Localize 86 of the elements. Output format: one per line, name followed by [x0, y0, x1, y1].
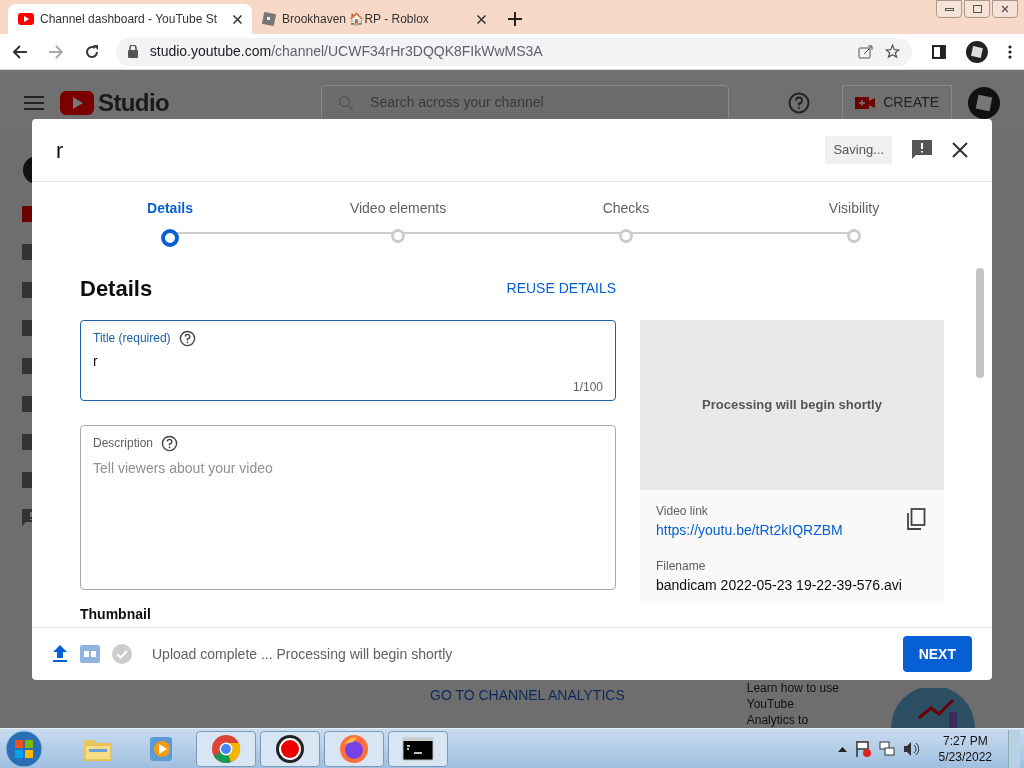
- star-icon[interactable]: [885, 44, 901, 59]
- upload-icon: [52, 645, 68, 663]
- clock-time: 7:27 PM: [942, 732, 988, 749]
- avatar-icon[interactable]: [966, 40, 988, 63]
- share-icon[interactable]: [858, 44, 874, 59]
- next-button[interactable]: NEXT: [902, 636, 972, 672]
- browser-icon: [211, 733, 241, 764]
- sidebar-icon[interactable]: [22, 471, 32, 489]
- square-logo-icon: [262, 12, 276, 26]
- back-icon[interactable]: [12, 43, 28, 60]
- copy-icon[interactable]: [906, 508, 926, 530]
- step-tab[interactable]: Checks: [602, 198, 650, 219]
- upload-status: Upload complete ... Processing will begin shortly: [152, 644, 454, 664]
- info-label: Filename: [656, 558, 707, 575]
- sidebar-icon[interactable]: [22, 281, 32, 299]
- help-icon[interactable]: [178, 329, 196, 347]
- tip-text: Learn how to use: [746, 680, 839, 696]
- sidebar-icon[interactable]: [22, 357, 32, 375]
- sidebar-icon[interactable]: [22, 243, 32, 261]
- hd-icon: [80, 645, 100, 663]
- field-label: Description: [93, 435, 154, 452]
- chart-illustration-icon: [890, 688, 975, 728]
- reuse-details-link[interactable]: REUSE DETAILS: [506, 277, 616, 299]
- console-icon: [402, 736, 434, 761]
- restore-button[interactable]: [964, 0, 990, 18]
- reload-icon[interactable]: [83, 43, 100, 60]
- step-tab[interactable]: Details: [147, 198, 193, 219]
- dialog-title: r: [56, 136, 65, 165]
- menu-icon[interactable]: [24, 95, 44, 110]
- thumbnail-heading: Thumbnail: [80, 605, 152, 624]
- field-value: r: [93, 352, 99, 371]
- more-icon[interactable]: [1008, 44, 1012, 59]
- close-icon[interactable]: [477, 14, 486, 24]
- play-logo-icon: [18, 13, 34, 25]
- sidebar-icon[interactable]: [22, 395, 32, 413]
- saving-label: Saving...: [825, 136, 892, 164]
- tip-text: Analytics to: [746, 712, 810, 728]
- studio-logo-text: Studio: [98, 87, 170, 118]
- tab-title: Channel dashboard - YouTube St: [40, 11, 218, 28]
- side-panel-icon[interactable]: [932, 44, 947, 59]
- clock-date: 5/23/2022: [938, 748, 992, 765]
- sidebar-icon[interactable]: [22, 205, 32, 223]
- step-indicator: [161, 229, 179, 247]
- step-tab[interactable]: Video elements: [349, 198, 447, 219]
- filename-text: bandicam 2022-05-23 19-22-39-576.avi: [656, 576, 903, 595]
- field-placeholder: Tell viewers about your video: [93, 459, 274, 478]
- video-camera-icon: [855, 95, 876, 110]
- info-label: Video link: [656, 503, 708, 520]
- minimize-button[interactable]: [936, 0, 962, 18]
- flag-icon[interactable]: [854, 739, 871, 758]
- taskbar-app[interactable]: [260, 730, 320, 767]
- character-count: 1/100: [572, 379, 603, 396]
- play-icon: [149, 734, 175, 763]
- video-link[interactable]: https://youtu.be/tRt2kIQRZBM: [656, 520, 843, 541]
- sidebar-icon[interactable]: [22, 319, 32, 337]
- close-icon: [1001, 5, 1009, 13]
- description-field[interactable]: Description Tell viewers about your video: [80, 425, 616, 590]
- video-preview: Processing will begin shortly: [640, 320, 944, 490]
- close-icon[interactable]: [952, 142, 968, 158]
- record-icon: [275, 733, 305, 764]
- title-field[interactable]: Title (required) r 1/100: [80, 320, 616, 401]
- lock-icon: [127, 45, 138, 58]
- taskbar-app[interactable]: [388, 730, 448, 767]
- add-icon[interactable]: [508, 12, 522, 26]
- tip-text: YouTube: [746, 696, 795, 712]
- show-hidden-icon[interactable]: [837, 745, 847, 752]
- step-tab[interactable]: Visibility: [828, 198, 880, 219]
- section-heading: Details: [80, 274, 153, 303]
- address-field[interactable]: studio.youtube.com/channel/UCWF34rHr3DQQK8FIkWwMS3A: [115, 37, 913, 66]
- firefox-icon: [339, 733, 369, 764]
- window-close-button[interactable]: [992, 0, 1018, 18]
- check-circle-icon: [112, 644, 132, 664]
- help-icon[interactable]: [161, 434, 179, 452]
- scrollbar-thumb[interactable]: [976, 268, 984, 378]
- browser-tab[interactable]: Channel dashboard - YouTube St: [8, 4, 252, 34]
- network-icon[interactable]: [878, 740, 895, 757]
- search-icon: [338, 94, 355, 111]
- volume-icon[interactable]: [902, 740, 919, 757]
- close-icon[interactable]: [233, 14, 242, 24]
- tab-title: Brookhaven 🏠RP - Roblox: [282, 11, 429, 28]
- sidebar-icon[interactable]: [22, 433, 32, 451]
- play-logo-icon: [60, 90, 94, 115]
- start-button[interactable]: [4, 729, 44, 768]
- browser-tab[interactable]: Brookhaven 🏠RP - Roblox: [252, 4, 496, 34]
- field-label: Title (required): [93, 330, 171, 347]
- url-text: studio.youtube.com/channel/UCWF34rHr3DQQK8FIkWwMS3A: [149, 42, 543, 61]
